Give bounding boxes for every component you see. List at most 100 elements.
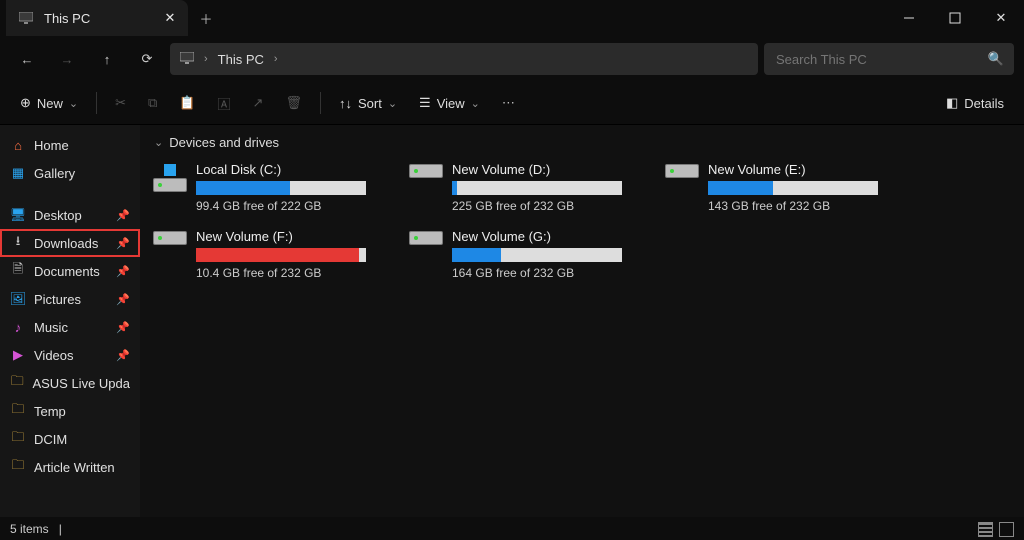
breadcrumb-location[interactable]: This PC xyxy=(218,52,264,67)
navigation-pane: ⌂ Home ▦ Gallery 🖥 Desktop 📌 ⭳ Downloads… xyxy=(0,125,140,517)
sidebar-item-downloads[interactable]: ⭳ Downloads 📌 xyxy=(0,229,140,257)
downloads-icon: ⭳ xyxy=(10,232,26,254)
chevron-right-icon[interactable]: › xyxy=(204,53,208,65)
titlebar: This PC ✕ ＋ ✕ xyxy=(0,0,1024,36)
desktop-icon: 🖥 xyxy=(10,207,26,223)
drive-name: Local Disk (C:) xyxy=(196,162,384,177)
details-pane-button[interactable]: ◧Details xyxy=(936,88,1014,118)
drive-item[interactable]: New Volume (E:) 143 GB free of 232 GB xyxy=(660,158,900,217)
chevron-down-icon: ⌄ xyxy=(69,97,78,110)
navigation-bar: ← → ↑ ⟳ › This PC › 🔍 xyxy=(0,36,1024,82)
videos-icon: ▶ xyxy=(10,347,26,363)
drive-free-text: 143 GB free of 232 GB xyxy=(708,199,896,213)
drive-item[interactable]: Local Disk (C:) 99.4 GB free of 222 GB xyxy=(148,158,388,217)
sidebar-item-music[interactable]: ♪ Music 📌 xyxy=(0,313,140,341)
search-box[interactable]: 🔍 xyxy=(764,43,1014,75)
forward-button[interactable]: → xyxy=(50,42,84,76)
capacity-bar xyxy=(452,181,622,195)
gallery-icon: ▦ xyxy=(10,165,26,181)
sidebar-item-documents[interactable]: 🗎 Documents 📌 xyxy=(0,257,140,285)
close-window-button[interactable]: ✕ xyxy=(978,0,1024,36)
pin-icon[interactable]: 📌 xyxy=(116,321,130,334)
new-tab-button[interactable]: ＋ xyxy=(188,0,224,36)
up-button[interactable]: ↑ xyxy=(90,42,124,76)
pictures-icon: 🖼 xyxy=(10,291,26,307)
drive-item[interactable]: New Volume (D:) 225 GB free of 232 GB xyxy=(404,158,644,217)
capacity-bar xyxy=(708,181,878,195)
copy-button[interactable]: ⧉ xyxy=(138,88,167,118)
drive-name: New Volume (D:) xyxy=(452,162,640,177)
address-bar[interactable]: › This PC › xyxy=(170,43,758,75)
clipboard-icon: 📋 xyxy=(179,95,195,111)
separator: | xyxy=(59,522,62,536)
folder-icon: 🗀 xyxy=(10,372,24,394)
group-header[interactable]: ⌄ Devices and drives xyxy=(154,135,1016,150)
more-button[interactable]: ⋯ xyxy=(492,88,525,118)
this-pc-icon xyxy=(18,12,34,24)
sidebar-item-label: Videos xyxy=(34,348,74,363)
tiles-view-button[interactable] xyxy=(999,522,1014,537)
tab-title: This PC xyxy=(44,11,152,26)
sidebar-item-videos[interactable]: ▶ Videos 📌 xyxy=(0,341,140,369)
folder-icon: 🗀 xyxy=(10,400,26,422)
delete-button[interactable]: 🗑 xyxy=(275,88,312,118)
sidebar-item-asus live upda[interactable]: 🗀 ASUS Live Upda xyxy=(0,369,140,397)
back-button[interactable]: ← xyxy=(10,42,44,76)
sidebar-item-article written[interactable]: 🗀 Article Written xyxy=(0,453,140,481)
drive-free-text: 10.4 GB free of 232 GB xyxy=(196,266,384,280)
sidebar-item-gallery[interactable]: ▦ Gallery xyxy=(0,159,140,187)
scissors-icon: ✂ xyxy=(115,95,126,111)
sort-button[interactable]: ↑↓Sort⌄ xyxy=(329,88,407,118)
pin-icon[interactable]: 📌 xyxy=(116,265,130,278)
pin-icon[interactable]: 📌 xyxy=(116,293,130,306)
sidebar-item-pictures[interactable]: 🖼 Pictures 📌 xyxy=(0,285,140,313)
folder-icon: 🗀 xyxy=(10,456,26,478)
drive-item[interactable]: New Volume (F:) 10.4 GB free of 232 GB xyxy=(148,225,388,284)
documents-icon: 🗎 xyxy=(10,260,26,282)
capacity-bar xyxy=(196,181,366,195)
search-input[interactable] xyxy=(774,51,988,68)
sidebar-item-label: DCIM xyxy=(34,432,67,447)
pin-icon[interactable]: 📌 xyxy=(116,237,130,250)
share-button[interactable]: ↗ xyxy=(243,88,274,118)
window-tab[interactable]: This PC ✕ xyxy=(6,0,188,36)
sidebar-item-home[interactable]: ⌂ Home xyxy=(0,131,140,159)
sidebar-item-temp[interactable]: 🗀 Temp xyxy=(0,397,140,425)
folder-icon: 🗀 xyxy=(10,428,26,450)
details-view-button[interactable] xyxy=(978,522,993,537)
drive-free-text: 164 GB free of 232 GB xyxy=(452,266,640,280)
view-icon: ☰ xyxy=(419,95,431,111)
sidebar-item-label: Documents xyxy=(34,264,100,279)
drive-icon xyxy=(408,162,444,213)
drive-icon xyxy=(664,162,700,213)
sidebar-item-desktop[interactable]: 🖥 Desktop 📌 xyxy=(0,201,140,229)
separator xyxy=(320,92,321,114)
pin-icon[interactable]: 📌 xyxy=(116,349,130,362)
view-button[interactable]: ☰View⌄ xyxy=(409,88,490,118)
new-button[interactable]: ⊕New⌄ xyxy=(10,88,88,118)
drive-icon xyxy=(152,229,188,280)
minimize-button[interactable] xyxy=(886,0,932,36)
cut-button[interactable]: ✂ xyxy=(105,88,136,118)
drive-item[interactable]: New Volume (G:) 164 GB free of 232 GB xyxy=(404,225,644,284)
windows-icon xyxy=(164,164,176,176)
sidebar-item-label: Gallery xyxy=(34,166,75,181)
trash-icon: 🗑 xyxy=(285,95,302,111)
chevron-down-icon: ⌄ xyxy=(388,97,397,110)
pin-icon[interactable]: 📌 xyxy=(116,209,130,222)
paste-button[interactable]: 📋 xyxy=(169,88,205,118)
sidebar-item-dcim[interactable]: 🗀 DCIM xyxy=(0,425,140,453)
drive-name: New Volume (F:) xyxy=(196,229,384,244)
rename-button[interactable]: 🄰 xyxy=(208,88,241,118)
refresh-button[interactable]: ⟳ xyxy=(130,42,164,76)
sidebar-item-label: Desktop xyxy=(34,208,82,223)
command-bar: ⊕New⌄ ✂ ⧉ 📋 🄰 ↗ 🗑 ↑↓Sort⌄ ☰View⌄ ⋯ ◧Deta… xyxy=(0,82,1024,125)
drive-free-text: 225 GB free of 232 GB xyxy=(452,199,640,213)
sidebar-item-label: Music xyxy=(34,320,68,335)
ellipsis-icon: ⋯ xyxy=(502,95,515,111)
close-tab-icon[interactable]: ✕ xyxy=(162,10,178,26)
capacity-bar xyxy=(196,248,366,262)
chevron-right-icon[interactable]: › xyxy=(274,53,278,65)
status-bar: 5 items | xyxy=(0,517,1024,540)
maximize-button[interactable] xyxy=(932,0,978,36)
